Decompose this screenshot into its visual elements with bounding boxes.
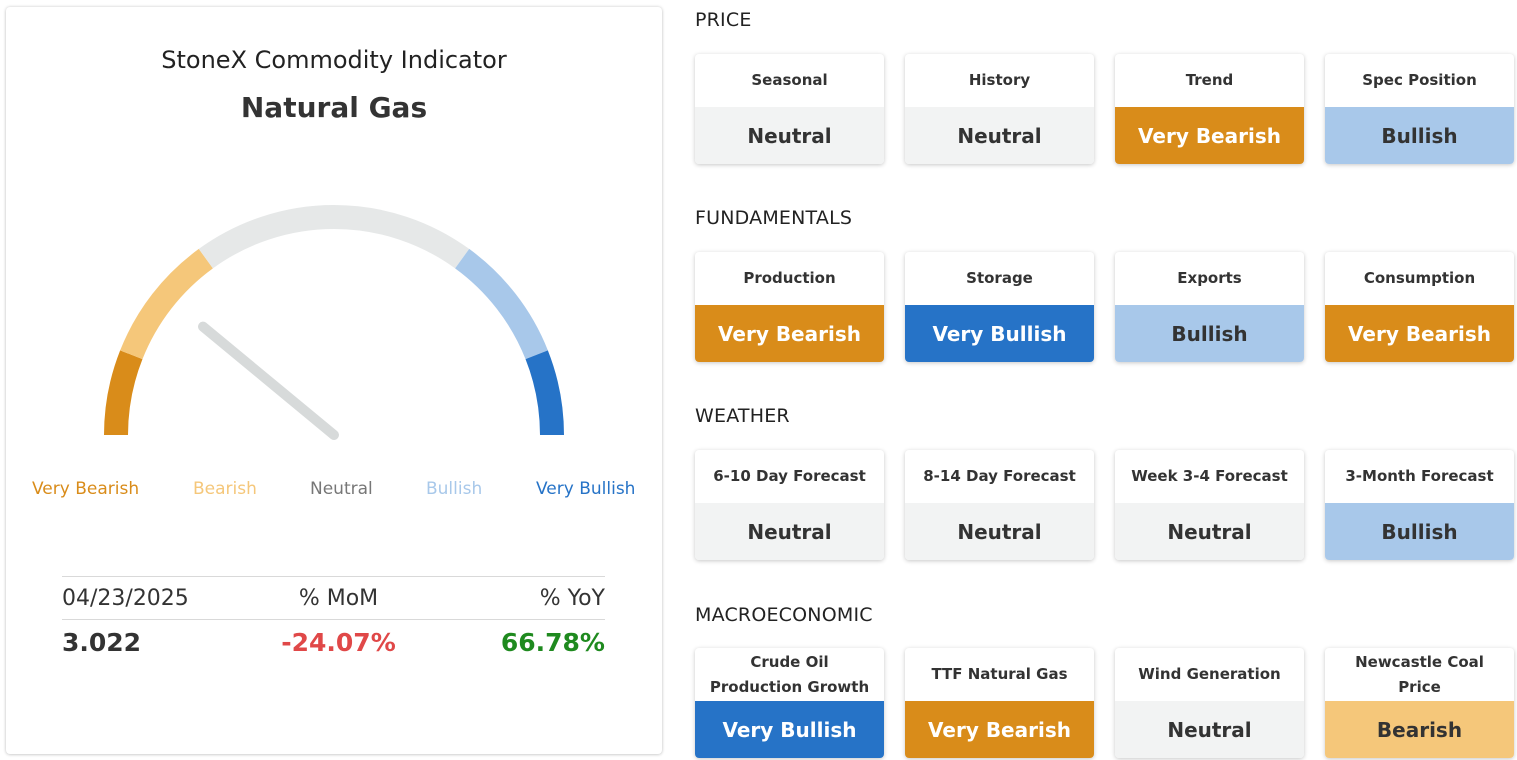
stats-mom-value: -24.07% (281, 627, 396, 657)
tile-sentiment: Bullish (1115, 305, 1304, 362)
tile-label: Exports (1177, 269, 1242, 287)
indicator-card: StoneX Commodity Indicator Natural Gas V… (6, 7, 662, 754)
tile-label: Week 3-4 Forecast (1131, 467, 1288, 485)
tile-sentiment: Neutral (905, 107, 1094, 164)
tile-newcastle-coal-price[interactable]: Newcastle Coal Price Bearish (1325, 648, 1514, 758)
tile-label: TTF Natural Gas (931, 665, 1068, 683)
tile-label: Storage (966, 269, 1033, 287)
tile-sentiment: Very Bullish (905, 305, 1094, 362)
scale-label-very-bullish: Very Bullish (536, 479, 636, 499)
tile-label: 8-14 Day Forecast (923, 467, 1076, 485)
tile-sentiment: Very Bearish (695, 305, 884, 362)
tile-storage[interactable]: Storage Very Bullish (905, 252, 1094, 362)
tile-sentiment: Bullish (1325, 503, 1514, 560)
tile-sentiment: Very Bearish (905, 701, 1094, 758)
tile-sentiment: Very Bullish (695, 701, 884, 758)
gauge-segment-neutral (198, 205, 470, 269)
tile-sentiment: Neutral (1115, 503, 1304, 560)
gauge-segment-very-bullish (525, 350, 564, 436)
section-title-macroeconomic: MACROECONOMIC (695, 604, 873, 626)
tile-label: Wind Generation (1138, 665, 1281, 683)
tile-label: Seasonal (751, 71, 828, 89)
stats-header-row: 04/23/2025 % MoM % YoY (62, 576, 605, 620)
price-stats-table: 04/23/2025 % MoM % YoY 3.022 -24.07% 66.… (62, 576, 605, 664)
tile-sentiment: Neutral (1115, 701, 1304, 758)
tile-production[interactable]: Production Very Bearish (695, 252, 884, 362)
tile-sentiment: Neutral (695, 503, 884, 560)
tile-sentiment: Neutral (905, 503, 1094, 560)
tile-sentiment: Neutral (695, 107, 884, 164)
tile-wind-generation[interactable]: Wind Generation Neutral (1115, 648, 1304, 758)
tile-label: Trend (1185, 71, 1234, 89)
tile-history[interactable]: History Neutral (905, 54, 1094, 164)
tile-label: 3-Month Forecast (1345, 467, 1494, 485)
stats-value-row: 3.022 -24.07% 66.78% (62, 620, 605, 664)
tile-label: Crude Oil Production Growth (709, 652, 870, 696)
section-title-price: PRICE (695, 9, 752, 31)
tile-consumption[interactable]: Consumption Very Bearish (1325, 252, 1514, 362)
gauge-segment-bearish (120, 248, 214, 360)
tile-exports[interactable]: Exports Bullish (1115, 252, 1304, 362)
gauge-segment-bullish (454, 248, 548, 360)
section-title-fundamentals: FUNDAMENTALS (695, 207, 853, 229)
scale-label-bullish: Bullish (426, 479, 483, 499)
tile-6-10-day-forecast[interactable]: 6-10 Day Forecast Neutral (695, 450, 884, 560)
tile-sentiment: Bearish (1325, 701, 1514, 758)
stats-yoy-header: % YoY (539, 585, 605, 611)
gauge-needle (198, 321, 339, 440)
scale-label-neutral: Neutral (310, 479, 373, 499)
tile-label: History (968, 71, 1031, 89)
scale-label-bearish: Bearish (193, 479, 257, 499)
tile-label: Spec Position (1362, 71, 1477, 89)
gauge-scale-labels: Very Bearish Bearish Neutral Bullish Ver… (6, 479, 662, 503)
tile-8-14-day-forecast[interactable]: 8-14 Day Forecast Neutral (905, 450, 1094, 560)
stats-mom-header: % MoM (298, 585, 379, 611)
tile-label: 6-10 Day Forecast (713, 467, 866, 485)
tile-label: Production (743, 269, 836, 287)
scale-label-very-bearish: Very Bearish (32, 479, 140, 499)
stats-date: 04/23/2025 (62, 585, 189, 611)
tile-seasonal[interactable]: Seasonal Neutral (695, 54, 884, 164)
tile-ttf-natural-gas[interactable]: TTF Natural Gas Very Bearish (905, 648, 1094, 758)
section-title-weather: WEATHER (695, 405, 790, 427)
stats-yoy-value: 66.78% (500, 627, 605, 657)
gauge-segment-very-bearish (104, 350, 143, 436)
tile-3-month-forecast[interactable]: 3-Month Forecast Bullish (1325, 450, 1514, 560)
tile-spec-position[interactable]: Spec Position Bullish (1325, 54, 1514, 164)
tile-crude-oil-production-growth[interactable]: Crude Oil Production Growth Very Bullish (695, 648, 884, 758)
tile-label: Newcastle Coal Price (1355, 652, 1484, 696)
stats-price: 3.022 (62, 627, 142, 657)
tile-sentiment: Bullish (1325, 107, 1514, 164)
tile-week-3-4-forecast[interactable]: Week 3-4 Forecast Neutral (1115, 450, 1304, 560)
tile-label: Consumption (1363, 269, 1476, 287)
tile-sentiment: Very Bearish (1325, 305, 1514, 362)
tile-sentiment: Very Bearish (1115, 107, 1304, 164)
tile-trend[interactable]: Trend Very Bearish (1115, 54, 1304, 164)
sentiment-gauge (104, 205, 564, 440)
